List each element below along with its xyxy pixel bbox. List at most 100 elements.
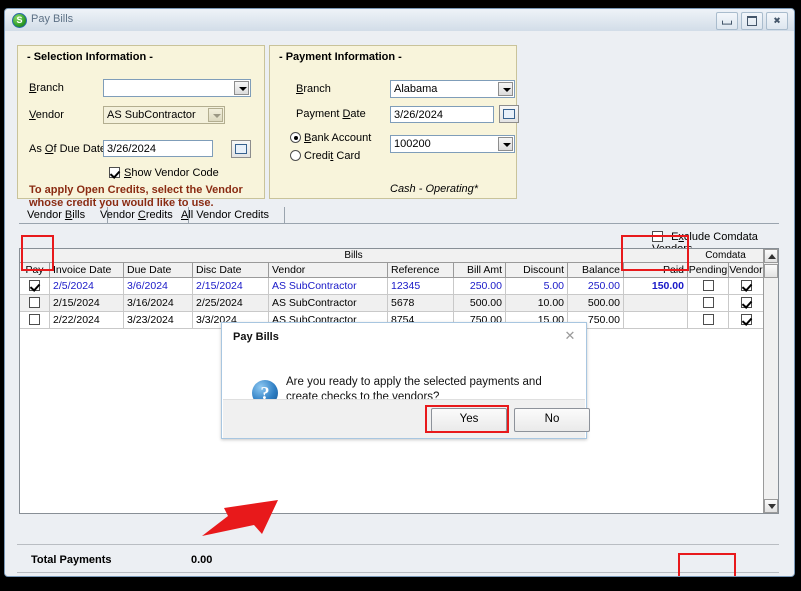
cell-vendor: AS SubContractor [269,295,388,312]
confirmation-dialog: Pay Bills ✕ ? Are you ready to apply the… [221,322,590,439]
cell-pending[interactable] [688,295,729,312]
dialog-close-icon[interactable]: ✕ [563,329,577,343]
payment-date-input[interactable]: 3/26/2024 [390,106,494,123]
show-vendor-code-label: Show Vendor Code [124,167,219,179]
cell-pending[interactable] [688,278,729,295]
col-pay[interactable]: Pay [20,263,50,278]
cell-reference: 5678 [388,295,454,312]
scroll-up-icon[interactable] [764,249,778,263]
row-comdata-vendor-checkbox[interactable] [740,280,752,291]
row-pending-checkbox[interactable] [702,297,714,308]
cell-pay[interactable] [20,312,50,329]
screenshot-root: S Pay Bills ✖ - Selection Information - … [0,0,801,591]
cell-comdata-vendor[interactable] [729,278,763,295]
col-discount[interactable]: Discount [506,263,568,278]
credit-card-label: Credit Card [304,150,361,162]
maximize-button[interactable] [741,12,763,30]
account-description: Cash - Operating* [390,183,479,195]
payment-branch-select[interactable]: Alabama [390,80,515,98]
row-comdata-vendor-checkbox[interactable] [740,314,752,325]
dialog-yes-label: Yes [459,413,479,425]
as-of-due-date-label: As Of Due Date [29,143,107,155]
cell-vendor: AS SubContractor [269,278,388,295]
account-chevron-down-icon[interactable] [498,137,513,151]
group-header-comdata: Comdata [688,249,763,263]
exclude-comdata-vendors-checkbox[interactable] [652,231,663,242]
col-invoice-date[interactable]: Invoice Date [50,263,124,278]
tab-underline [19,223,779,224]
selection-information-title: - Selection Information - [27,51,153,63]
cell-discount: 5.00 [506,278,568,295]
account-select[interactable]: 100200 [390,135,515,153]
grid-group-header-row: Bills Comdata [20,249,763,263]
table-row[interactable]: 2/15/2024 3/16/2024 2/25/2024 AS SubCont… [20,295,763,312]
cell-paid[interactable] [624,312,688,329]
close-icon[interactable]: ✖ [766,12,788,30]
payment-branch-label: Branch [296,83,331,95]
bank-account-label: Bank Account [304,132,372,144]
dialog-no-label: No [544,413,560,425]
cell-balance: 250.00 [568,278,624,295]
cell-pay[interactable] [20,278,50,295]
vendor-select[interactable]: AS SubContractor [103,106,225,124]
row-pending-checkbox[interactable] [702,314,714,325]
credit-card-radio[interactable] [290,150,301,161]
table-row[interactable]: 2/5/2024 3/6/2024 2/15/2024 AS SubContra… [20,278,763,295]
calendar-icon[interactable] [231,140,251,158]
payment-date-calendar-icon[interactable] [499,105,519,123]
col-due-date[interactable]: Due Date [124,263,193,278]
total-payments-label: Total Payments [31,554,112,566]
branch-select[interactable] [103,79,251,97]
grid-vertical-scrollbar[interactable] [763,249,778,513]
cell-due-date: 3/6/2024 [124,278,193,295]
show-vendor-code-checkbox[interactable] [109,167,120,178]
window-client-area: - Selection Information - Branch Vendor … [5,31,794,576]
cell-comdata-vendor[interactable] [729,295,763,312]
cell-invoice-date: 2/15/2024 [50,295,124,312]
as-of-due-date-input[interactable]: 3/26/2024 [103,140,213,157]
row-pay-checkbox[interactable] [29,280,40,291]
tab-all-vendor-credits[interactable]: All Vendor Credits [173,207,285,223]
row-pay-checkbox[interactable] [29,297,40,308]
bank-account-radio[interactable] [290,132,301,143]
window-titlebar: S Pay Bills ✖ [5,9,794,32]
cell-discount: 10.00 [506,295,568,312]
cell-pay[interactable] [20,295,50,312]
scroll-down-icon[interactable] [764,499,778,513]
col-comdata-vendor[interactable]: Vendor [729,263,763,278]
col-bill-amt[interactable]: Bill Amt [454,263,506,278]
col-vendor[interactable]: Vendor [269,263,388,278]
col-balance[interactable]: Balance [568,263,624,278]
cell-balance: 500.00 [568,295,624,312]
dialog-footer: Yes No [223,399,590,438]
col-disc-date[interactable]: Disc Date [193,263,269,278]
chevron-down-icon[interactable] [234,81,249,95]
cell-bill-amt: 500.00 [454,295,506,312]
payment-branch-chevron-down-icon[interactable] [498,82,513,96]
row-comdata-vendor-checkbox[interactable] [740,297,752,308]
payment-information-title: - Payment Information - [279,51,402,63]
row-pending-checkbox[interactable] [702,280,714,291]
vendor-chevron-down-icon[interactable] [208,108,223,122]
window-title: Pay Bills [31,13,74,25]
col-pending[interactable]: Pending [688,263,729,278]
cell-comdata-vendor[interactable] [729,312,763,329]
scrollbar-thumb[interactable] [764,264,778,278]
cell-pending[interactable] [688,312,729,329]
cell-paid[interactable] [624,295,688,312]
window-controls: ✖ [716,12,788,30]
dialog-title: Pay Bills [233,331,279,343]
footer-divider-top [17,544,779,545]
dialog-yes-button[interactable]: Yes [431,408,507,432]
account-value: 100200 [394,138,431,150]
minimize-button[interactable] [716,12,738,30]
col-reference[interactable]: Reference [388,263,454,278]
total-payments-value: 0.00 [191,554,213,566]
cell-disc-date: 2/15/2024 [193,278,269,295]
cell-disc-date: 2/25/2024 [193,295,269,312]
col-paid[interactable]: Paid [624,263,688,278]
row-pay-checkbox[interactable] [29,314,40,325]
cell-paid[interactable]: 150.00 [624,278,688,295]
cell-due-date: 3/23/2024 [124,312,193,329]
dialog-no-button[interactable]: No [514,408,590,432]
